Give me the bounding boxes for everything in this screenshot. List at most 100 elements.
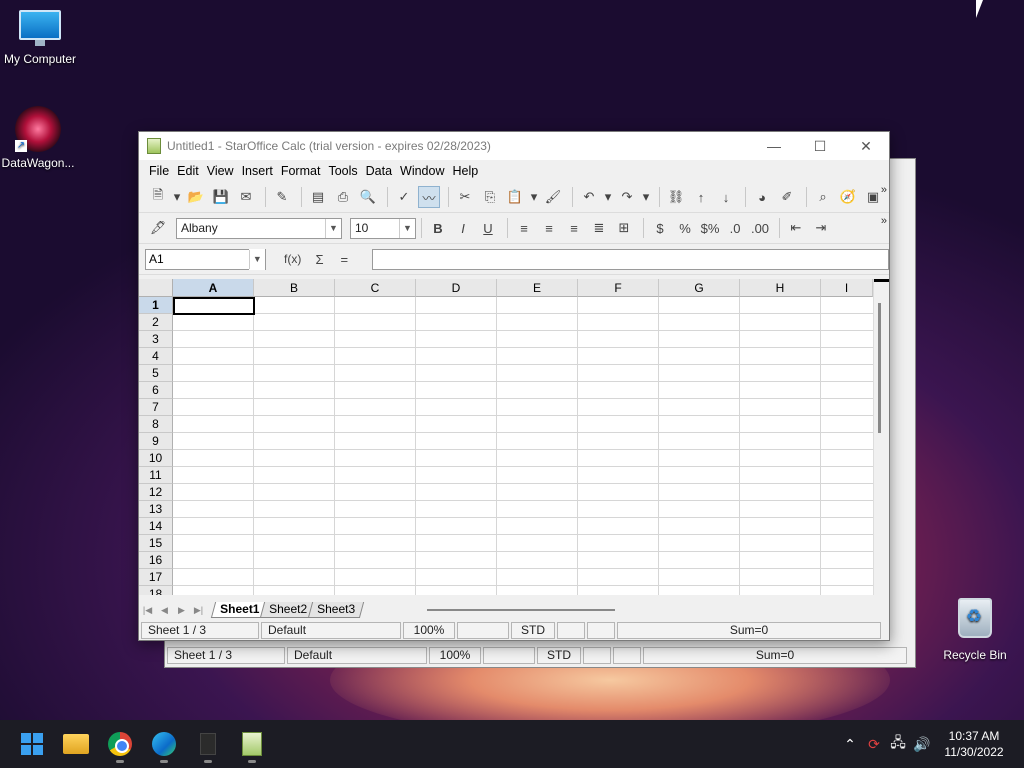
standard-format-icon[interactable]: $% [699, 217, 721, 239]
start-button[interactable] [10, 722, 54, 766]
titlebar[interactable]: Untitled1 - StarOffice Calc (trial versi… [139, 132, 889, 160]
row-header[interactable]: 14 [139, 518, 173, 535]
currency-icon[interactable]: $ [649, 217, 671, 239]
maximize-button[interactable]: ☐ [797, 132, 843, 160]
staroffice-calc-button[interactable] [230, 722, 274, 766]
desktop-icon-datawagon[interactable]: ↗ DataWagon... [0, 106, 78, 170]
redo-dropdown-icon[interactable]: ▾ [641, 186, 651, 208]
terminal-button[interactable] [186, 722, 230, 766]
navigator-icon[interactable]: 🧭 [837, 186, 859, 208]
page-preview-icon[interactable]: 🔍 [357, 186, 379, 208]
first-sheet-icon[interactable]: |◀ [139, 605, 156, 616]
row-header[interactable]: 13 [139, 501, 173, 518]
row-header[interactable]: 10 [139, 450, 173, 467]
column-header[interactable]: D [416, 279, 497, 297]
menu-edit[interactable]: Edit [173, 164, 203, 178]
row-header[interactable]: 15 [139, 535, 173, 552]
horizontal-scrollbar-thumb[interactable] [427, 609, 615, 611]
sum-icon[interactable]: Σ [309, 248, 331, 270]
email-icon[interactable]: ✉ [235, 186, 257, 208]
scrollbar-thumb[interactable] [878, 303, 881, 433]
export-pdf-icon[interactable]: ▤ [307, 186, 329, 208]
add-decimal-icon[interactable]: .0 [724, 217, 746, 239]
row-header[interactable]: 9 [139, 433, 173, 450]
row-header[interactable]: 5 [139, 365, 173, 382]
menu-file[interactable]: File [145, 164, 173, 178]
status-zoom[interactable]: 100% [429, 647, 481, 664]
font-size-select[interactable]: 10 ▼ [350, 217, 416, 239]
status-mode[interactable]: STD [537, 647, 581, 664]
menu-window[interactable]: Window [396, 164, 448, 178]
new-dropdown-icon[interactable]: ▾ [172, 186, 182, 208]
undo-dropdown-icon[interactable]: ▾ [603, 186, 613, 208]
chevron-up-icon[interactable]: ⌃ [838, 736, 862, 753]
toolbar-overflow-icon[interactable]: » [881, 215, 887, 227]
decrease-indent-icon[interactable]: ⇤ [785, 217, 807, 239]
autospellcheck-icon[interactable]: 〰 [418, 186, 440, 208]
status-zoom[interactable]: 100% [403, 622, 455, 639]
formula-input[interactable] [372, 248, 889, 270]
function-icon[interactable]: = [333, 248, 355, 270]
scrollbar-split-handle[interactable] [874, 279, 889, 282]
row-header[interactable]: 6 [139, 382, 173, 399]
status-mode[interactable]: STD [511, 622, 555, 639]
menu-format[interactable]: Format [277, 164, 325, 178]
align-right-icon[interactable]: ≡ [563, 217, 585, 239]
merge-cells-icon[interactable]: ⊞ [613, 217, 635, 239]
desktop-icon-recycle-bin[interactable]: Recycle Bin [935, 598, 1015, 662]
redo-icon[interactable]: ↷ [616, 186, 638, 208]
sort-descending-icon[interactable]: ↓ [715, 186, 737, 208]
sort-ascending-icon[interactable]: ↑ [690, 186, 712, 208]
select-all-corner[interactable] [139, 279, 173, 297]
column-header[interactable]: A [173, 279, 254, 297]
vertical-scrollbar[interactable] [873, 279, 889, 595]
paste-icon[interactable]: 📋 [504, 186, 526, 208]
update-icon[interactable]: ⟳ [862, 736, 886, 753]
minimize-button[interactable]: — [751, 132, 797, 160]
column-header[interactable]: H [740, 279, 821, 297]
menu-view[interactable]: View [203, 164, 238, 178]
delete-decimal-icon[interactable]: .00 [749, 217, 771, 239]
open-folder-icon[interactable]: 📂 [185, 186, 207, 208]
next-sheet-icon[interactable]: ▶ [173, 605, 190, 616]
column-header[interactable]: E [497, 279, 578, 297]
align-center-icon[interactable]: ≡ [538, 217, 560, 239]
volume-icon[interactable]: 🔊 [910, 736, 934, 753]
network-icon[interactable]: 🖧 [886, 732, 910, 756]
row-header[interactable]: 4 [139, 348, 173, 365]
chrome-button[interactable] [98, 722, 142, 766]
find-replace-icon[interactable]: ⌕ [812, 186, 834, 208]
increase-indent-icon[interactable]: ⇥ [810, 217, 832, 239]
copy-icon[interactable]: ⎘ [479, 186, 501, 208]
align-left-icon[interactable]: ≡ [513, 217, 535, 239]
spellcheck-icon[interactable]: ✓ [393, 186, 415, 208]
paste-dropdown-icon[interactable]: ▾ [529, 186, 539, 208]
row-header[interactable]: 3 [139, 331, 173, 348]
spreadsheet-grid[interactable]: A B C D E F G H I 1 2 3 4 5 6 7 8 9 10 1… [139, 279, 889, 595]
undo-icon[interactable]: ↶ [578, 186, 600, 208]
edge-button[interactable] [142, 722, 186, 766]
last-sheet-icon[interactable]: ▶| [190, 605, 207, 616]
close-button[interactable]: ✕ [843, 132, 889, 160]
cell-area[interactable] [173, 297, 873, 595]
row-header[interactable]: 1 [139, 297, 173, 314]
row-header[interactable]: 7 [139, 399, 173, 416]
column-header[interactable]: I [821, 279, 873, 297]
desktop-icon-my-computer[interactable]: My Computer [0, 10, 80, 66]
italic-icon[interactable]: I [452, 217, 474, 239]
column-header[interactable]: C [335, 279, 416, 297]
row-header[interactable]: 12 [139, 484, 173, 501]
name-box[interactable]: A1 ▼ [145, 248, 266, 270]
hyperlink-icon[interactable]: ⛓ [665, 186, 687, 208]
menu-insert[interactable]: Insert [238, 164, 277, 178]
draw-functions-icon[interactable]: ✐ [776, 186, 798, 208]
justify-icon[interactable]: ≣ [588, 217, 610, 239]
percent-icon[interactable]: % [674, 217, 696, 239]
menu-data[interactable]: Data [362, 164, 396, 178]
row-header[interactable]: 17 [139, 569, 173, 586]
file-explorer-button[interactable] [54, 722, 98, 766]
chart-icon[interactable]: ◕ [751, 186, 773, 208]
calc-window[interactable]: Untitled1 - StarOffice Calc (trial versi… [138, 131, 890, 641]
column-header[interactable]: F [578, 279, 659, 297]
edit-file-icon[interactable]: ✎ [271, 186, 293, 208]
